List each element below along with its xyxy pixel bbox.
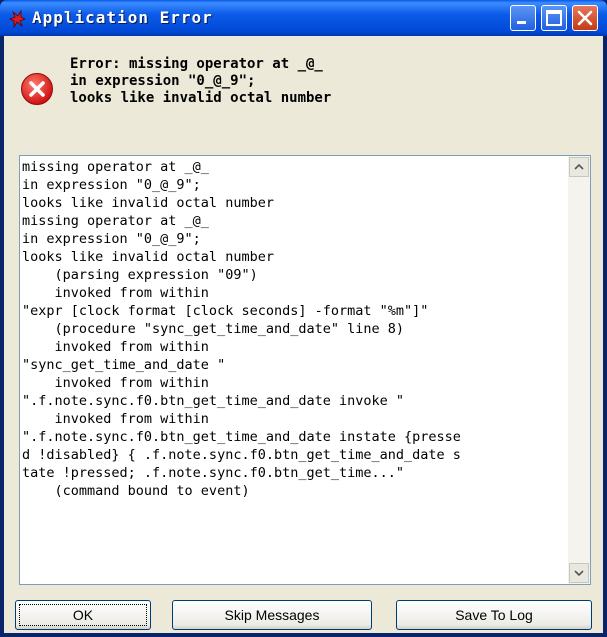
skip-messages-button[interactable]: Skip Messages: [172, 600, 372, 630]
skip-messages-label: Skip Messages: [224, 607, 320, 623]
close-button[interactable]: [572, 5, 598, 31]
chevron-up-icon: [574, 163, 584, 170]
close-icon: [577, 10, 593, 26]
error-message: Error: missing operator at _@_ in expres…: [70, 56, 332, 106]
scroll-up-button[interactable]: [569, 157, 589, 177]
chevron-down-icon: [574, 570, 584, 577]
maximize-button[interactable]: [541, 5, 567, 31]
vertical-scrollbar[interactable]: [568, 156, 590, 584]
dialog-body: Error: missing operator at _@_ in expres…: [4, 36, 603, 633]
maximize-icon: [546, 10, 562, 26]
minimize-icon: [517, 21, 526, 24]
error-details-box[interactable]: missing operator at _@_ in expression "0…: [19, 155, 591, 585]
save-to-log-button[interactable]: Save To Log: [396, 600, 592, 630]
ok-button[interactable]: OK: [15, 600, 151, 630]
window-title: Application Error: [32, 8, 213, 27]
focus-ring: [19, 604, 147, 626]
error-details-text[interactable]: missing operator at _@_ in expression "0…: [22, 158, 567, 582]
error-dialog: Application Error Error: missing operato…: [0, 0, 607, 637]
scroll-down-button[interactable]: [569, 563, 589, 583]
error-icon: [20, 72, 54, 106]
title-bar[interactable]: Application Error: [0, 0, 607, 36]
save-to-log-label: Save To Log: [455, 607, 533, 623]
tk-feather-icon[interactable]: [8, 9, 26, 29]
minimize-button[interactable]: [510, 5, 536, 31]
